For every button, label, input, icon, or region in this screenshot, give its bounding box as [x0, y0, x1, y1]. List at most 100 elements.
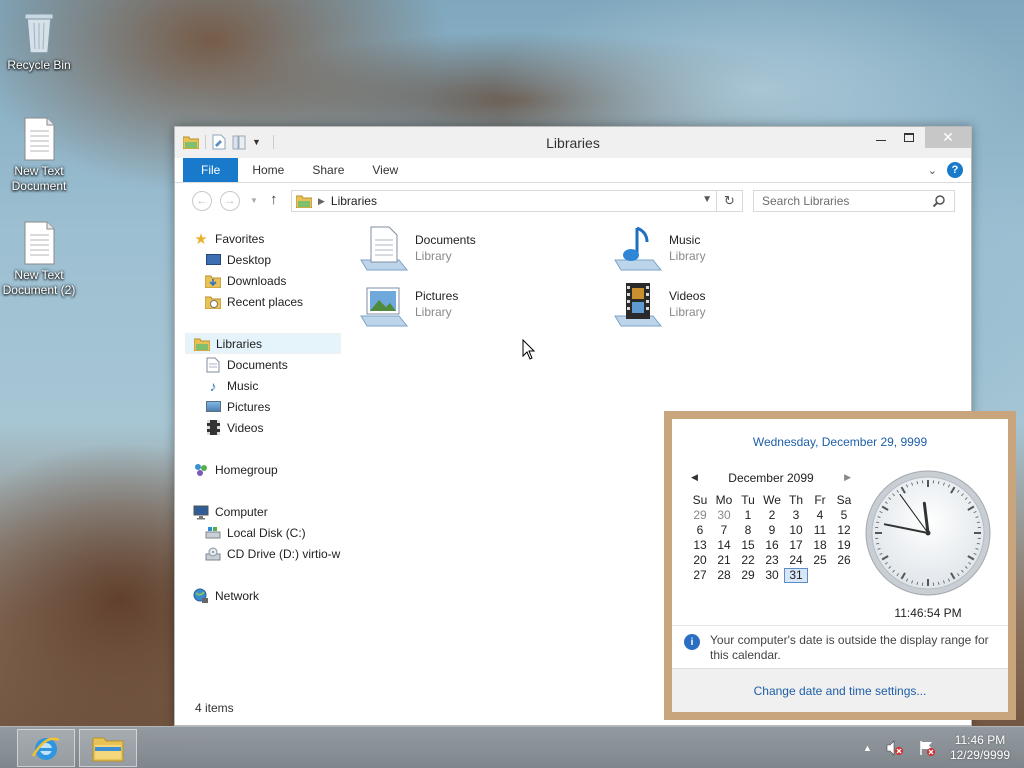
calendar-day[interactable]: 20	[688, 553, 712, 568]
help-icon[interactable]: ?	[947, 162, 963, 178]
calendar-day[interactable]: 2	[760, 508, 784, 523]
tab-view[interactable]: View	[358, 158, 412, 182]
calendar-day[interactable]: 12	[832, 523, 856, 538]
calendar-day[interactable]: 5	[832, 508, 856, 523]
nav-label: Computer	[215, 504, 268, 519]
calendar-day[interactable]: 6	[688, 523, 712, 538]
nav-item-homegroup[interactable]: Homegroup	[193, 459, 351, 480]
breadcrumb-libraries[interactable]: Libraries	[331, 194, 377, 208]
show-hidden-icons-icon[interactable]: ▲	[863, 743, 872, 753]
calendar-day[interactable]: 29	[736, 568, 760, 583]
address-dropdown-icon[interactable]: ▼	[702, 194, 712, 205]
calendar-day[interactable]: 27	[688, 568, 712, 583]
calendar-day[interactable]: 3	[784, 508, 808, 523]
calendar-day[interactable]: 26	[832, 553, 856, 568]
calendar-month-label[interactable]: December 2099	[728, 471, 813, 485]
weekday-header: We	[763, 493, 781, 507]
nav-item-music[interactable]: ♪ Music	[205, 375, 363, 396]
tab-share[interactable]: Share	[298, 158, 358, 182]
tile-type: Library	[415, 305, 452, 319]
speaker-muted-icon[interactable]	[886, 740, 904, 756]
tab-file[interactable]: File	[183, 158, 239, 182]
calendar: ◀ December 2099 ▶ Su Mo Tu We Th Fr Sa 29 30 1 2 3 4…	[688, 471, 854, 583]
change-date-time-settings-link[interactable]: Change date and time settings...	[754, 684, 927, 698]
calendar-day[interactable]: 30	[712, 508, 736, 523]
close-button[interactable]: ✕	[925, 127, 971, 148]
address-bar[interactable]: ▶ Libraries ▼ ↻	[291, 190, 743, 212]
nav-item-documents[interactable]: Documents	[205, 354, 363, 375]
expand-ribbon-icon[interactable]: ⌄	[928, 164, 937, 177]
calendar-day[interactable]: 18	[808, 538, 832, 553]
long-date-link[interactable]: Wednesday, December 29, 9999	[672, 435, 1008, 449]
calendar-day[interactable]: 29	[688, 508, 712, 523]
calendar-day-selected[interactable]: 31	[784, 568, 808, 583]
next-month-icon[interactable]: ▶	[844, 472, 851, 483]
taskbar-internet-explorer[interactable]	[17, 729, 75, 767]
nav-item-computer[interactable]: Computer	[193, 501, 351, 522]
tab-home[interactable]: Home	[238, 158, 298, 182]
calendar-day[interactable]: 4	[808, 508, 832, 523]
nav-item-cd-drive[interactable]: CD Drive (D:) virtio-w	[205, 543, 341, 564]
calendar-day[interactable]: 1	[736, 508, 760, 523]
calendar-day[interactable]: 17	[784, 538, 808, 553]
library-tile-videos[interactable]: Videos Library	[613, 278, 853, 330]
mouse-cursor-icon	[522, 339, 536, 360]
calendar-day[interactable]: 13	[688, 538, 712, 553]
nav-item-pictures[interactable]: Pictures	[205, 396, 363, 417]
nav-item-libraries[interactable]: Libraries	[185, 333, 341, 354]
calendar-day[interactable]: 28	[712, 568, 736, 583]
nav-item-downloads[interactable]: Downloads	[205, 270, 363, 291]
calendar-day[interactable]: 9	[760, 523, 784, 538]
weekday-header: Th	[788, 493, 803, 507]
calendar-day[interactable]: 21	[712, 553, 736, 568]
search-icon[interactable]	[932, 194, 946, 208]
search-input[interactable]	[762, 194, 932, 208]
nav-item-network[interactable]: Network	[193, 585, 351, 606]
calendar-day[interactable]: 11	[808, 523, 832, 538]
library-tile-documents[interactable]: Documents Library	[359, 222, 599, 274]
taskbar-file-explorer[interactable]	[79, 729, 137, 767]
nav-item-desktop[interactable]: Desktop	[205, 249, 363, 270]
desktop-icon-new-text-document-2[interactable]: New Text Document (2)	[1, 220, 77, 298]
network-icon	[193, 588, 209, 604]
calendar-day[interactable]: 16	[760, 538, 784, 553]
library-tile-music[interactable]: Music Library	[613, 222, 853, 274]
calendar-day[interactable]: 8	[736, 523, 760, 538]
title-bar[interactable]: ▼ Libraries ✕	[175, 127, 971, 158]
desktop-icon-new-text-document[interactable]: New Text Document	[1, 116, 77, 194]
desktop-icon-recycle-bin[interactable]: Recycle Bin	[1, 8, 77, 73]
calendar-day[interactable]: 7	[712, 523, 736, 538]
calendar-day[interactable]: 23	[760, 553, 784, 568]
recent-locations-icon[interactable]: ▼	[250, 196, 258, 205]
internet-explorer-icon	[31, 737, 60, 760]
nav-label: Videos	[227, 420, 264, 435]
tile-type: Library	[669, 305, 706, 319]
forward-button[interactable]: →	[220, 191, 240, 211]
search-box[interactable]	[753, 190, 955, 212]
minimize-button[interactable]	[867, 127, 895, 148]
calendar-day[interactable]: 30	[760, 568, 784, 583]
maximize-button[interactable]	[895, 127, 923, 148]
refresh-button[interactable]: ↻	[716, 191, 742, 211]
nav-item-local-disk[interactable]: Local Disk (C:)	[205, 522, 363, 543]
up-arrow-icon[interactable]: ↑	[270, 191, 278, 208]
nav-item-recent-places[interactable]: Recent places	[205, 291, 363, 312]
calendar-day[interactable]: 22	[736, 553, 760, 568]
calendar-day[interactable]: 14	[712, 538, 736, 553]
flyout-divider	[672, 625, 1008, 626]
taskbar-clock[interactable]: 11:46 PM 12/29/9999	[950, 733, 1010, 763]
nav-label: Local Disk (C:)	[227, 525, 306, 540]
calendar-day[interactable]: 24	[784, 553, 808, 568]
calendar-day[interactable]: 19	[832, 538, 856, 553]
calendar-day[interactable]: 25	[808, 553, 832, 568]
previous-month-icon[interactable]: ◀	[691, 472, 698, 483]
nav-item-favorites[interactable]: ★ Favorites	[193, 228, 351, 249]
back-button[interactable]: ←	[192, 191, 212, 211]
calendar-day[interactable]: 15	[736, 538, 760, 553]
calendar-day[interactable]: 10	[784, 523, 808, 538]
desktop-icon	[205, 252, 221, 268]
tile-type: Library	[415, 249, 452, 263]
action-center-flag-icon[interactable]	[918, 739, 936, 757]
nav-item-videos[interactable]: Videos	[205, 417, 363, 438]
library-tile-pictures[interactable]: Pictures Library	[359, 278, 599, 330]
